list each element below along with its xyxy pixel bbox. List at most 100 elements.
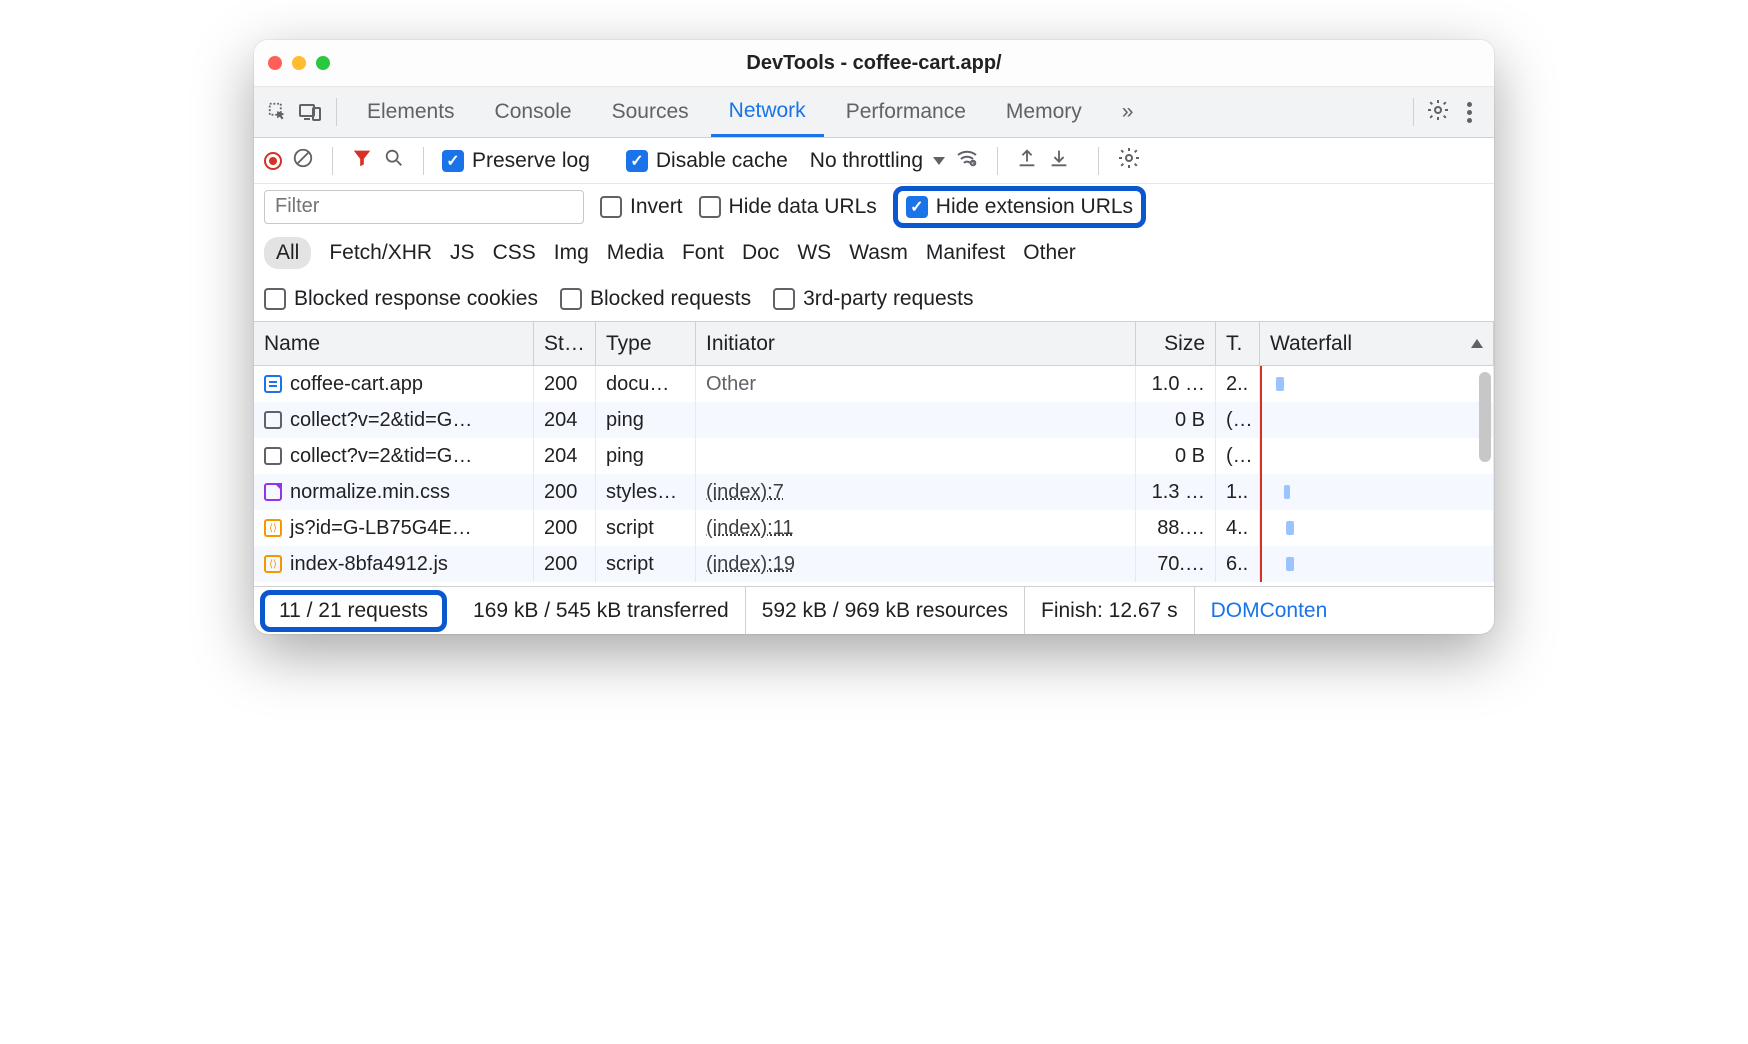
- table-row[interactable]: collect?v=2&tid=G… 204 ping 0 B (…: [254, 402, 1494, 438]
- domcontentloaded-link[interactable]: DOMConten: [1195, 587, 1344, 634]
- file-icon: [264, 411, 282, 429]
- preserve-log-checkbox[interactable]: Preserve log: [442, 149, 590, 173]
- col-status[interactable]: St…: [534, 322, 596, 365]
- search-icon[interactable]: [383, 147, 405, 175]
- hide-data-urls-checkbox[interactable]: Hide data URLs: [699, 195, 877, 219]
- cell-time: 2..: [1216, 366, 1260, 402]
- checkbox-icon: [600, 196, 622, 218]
- upload-icon[interactable]: [1016, 147, 1038, 175]
- col-time[interactable]: T.: [1216, 322, 1260, 365]
- cell-name: js?id=G-LB75G4E…: [254, 510, 534, 546]
- cell-size: 1.3 …: [1136, 474, 1216, 510]
- inspect-icon[interactable]: [264, 101, 292, 123]
- filter-img[interactable]: Img: [554, 241, 589, 265]
- third-party-label: 3rd-party requests: [803, 287, 973, 311]
- file-icon: [264, 555, 282, 573]
- throttling-select[interactable]: No throttling: [810, 149, 945, 173]
- table-row[interactable]: collect?v=2&tid=G… 204 ping 0 B (…: [254, 438, 1494, 474]
- col-waterfall[interactable]: Waterfall: [1260, 322, 1494, 365]
- table-row[interactable]: js?id=G-LB75G4E… 200 script (index):11 8…: [254, 510, 1494, 546]
- col-initiator[interactable]: Initiator: [696, 322, 1136, 365]
- file-icon: [264, 375, 282, 393]
- tab-memory[interactable]: Memory: [988, 87, 1100, 137]
- col-name[interactable]: Name: [254, 322, 534, 365]
- filter-other[interactable]: Other: [1023, 241, 1076, 265]
- cell-waterfall: [1260, 402, 1494, 438]
- cell-name: collect?v=2&tid=G…: [254, 438, 534, 474]
- close-button[interactable]: [268, 56, 282, 70]
- separator: [997, 147, 998, 175]
- resource-type-filters: All Fetch/XHR JS CSS Img Media Font Doc …: [254, 230, 1494, 276]
- tab-network[interactable]: Network: [711, 87, 824, 137]
- cell-status: 204: [534, 402, 596, 438]
- throttling-value: No throttling: [810, 149, 923, 173]
- hide-extension-urls-checkbox[interactable]: Hide extension URLs: [906, 195, 1133, 219]
- filter-input[interactable]: [264, 190, 584, 224]
- table-row[interactable]: coffee-cart.app 200 docu… Other 1.0 … 2.…: [254, 366, 1494, 402]
- blocked-cookies-checkbox[interactable]: Blocked response cookies: [264, 287, 538, 311]
- tab-sources[interactable]: Sources: [594, 87, 707, 137]
- cell-name: collect?v=2&tid=G…: [254, 402, 534, 438]
- filter-fetch-xhr[interactable]: Fetch/XHR: [329, 241, 432, 265]
- maximize-button[interactable]: [316, 56, 330, 70]
- cell-status: 200: [534, 510, 596, 546]
- request-name: normalize.min.css: [290, 481, 450, 504]
- cell-waterfall: [1260, 510, 1494, 546]
- clear-button[interactable]: [292, 147, 314, 175]
- hide-extension-highlight: Hide extension URLs: [893, 186, 1146, 228]
- panel-settings-icon[interactable]: [1117, 146, 1141, 176]
- filter-media[interactable]: Media: [607, 241, 664, 265]
- blocked-requests-checkbox[interactable]: Blocked requests: [560, 287, 751, 311]
- download-icon[interactable]: [1048, 147, 1070, 175]
- tab-elements[interactable]: Elements: [349, 87, 473, 137]
- filter-css[interactable]: CSS: [493, 241, 536, 265]
- cell-initiator: (index):7: [696, 474, 1136, 510]
- request-name: collect?v=2&tid=G…: [290, 445, 472, 468]
- cell-waterfall: [1260, 546, 1494, 582]
- tab-console[interactable]: Console: [477, 87, 590, 137]
- invert-checkbox[interactable]: Invert: [600, 195, 683, 219]
- col-size[interactable]: Size: [1136, 322, 1216, 365]
- extra-filters: Blocked response cookies Blocked request…: [254, 276, 1494, 322]
- filter-icon[interactable]: [351, 147, 373, 175]
- record-button[interactable]: [264, 152, 282, 170]
- request-name: index-8bfa4912.js: [290, 553, 448, 576]
- filter-js[interactable]: JS: [450, 241, 475, 265]
- filter-all[interactable]: All: [264, 237, 311, 269]
- cell-status: 204: [534, 438, 596, 474]
- cell-size: 0 B: [1136, 402, 1216, 438]
- filter-doc[interactable]: Doc: [742, 241, 779, 265]
- col-type[interactable]: Type: [596, 322, 696, 365]
- filter-wasm[interactable]: Wasm: [849, 241, 908, 265]
- settings-icon[interactable]: [1426, 98, 1450, 127]
- table-row[interactable]: index-8bfa4912.js 200 script (index):19 …: [254, 546, 1494, 582]
- disable-cache-checkbox[interactable]: Disable cache: [626, 149, 788, 173]
- table-row[interactable]: normalize.min.css 200 styles… (index):7 …: [254, 474, 1494, 510]
- filter-manifest[interactable]: Manifest: [926, 241, 1005, 265]
- network-conditions-icon[interactable]: [955, 146, 979, 176]
- more-icon[interactable]: [1464, 102, 1474, 123]
- cell-time: 4..: [1216, 510, 1260, 546]
- separator: [423, 147, 424, 175]
- cell-initiator: [696, 438, 1136, 474]
- separator: [1098, 147, 1099, 175]
- checkbox-icon: [560, 288, 582, 310]
- tabs-overflow[interactable]: »: [1104, 87, 1152, 137]
- third-party-checkbox[interactable]: 3rd-party requests: [773, 287, 973, 311]
- filter-ws[interactable]: WS: [797, 241, 831, 265]
- tab-performance[interactable]: Performance: [828, 87, 984, 137]
- cell-waterfall: [1260, 474, 1494, 510]
- checkbox-icon: [442, 150, 464, 172]
- cell-type: docu…: [596, 366, 696, 402]
- request-name: collect?v=2&tid=G…: [290, 409, 472, 432]
- device-icon[interactable]: [296, 100, 324, 124]
- separator: [336, 98, 337, 126]
- disable-cache-label: Disable cache: [656, 149, 788, 173]
- invert-label: Invert: [630, 195, 683, 219]
- cell-status: 200: [534, 474, 596, 510]
- status-bar: 11 / 21 requests 169 kB / 545 kB transfe…: [254, 586, 1494, 634]
- cell-size: 0 B: [1136, 438, 1216, 474]
- filter-font[interactable]: Font: [682, 241, 724, 265]
- minimize-button[interactable]: [292, 56, 306, 70]
- blocked-cookies-label: Blocked response cookies: [294, 287, 538, 311]
